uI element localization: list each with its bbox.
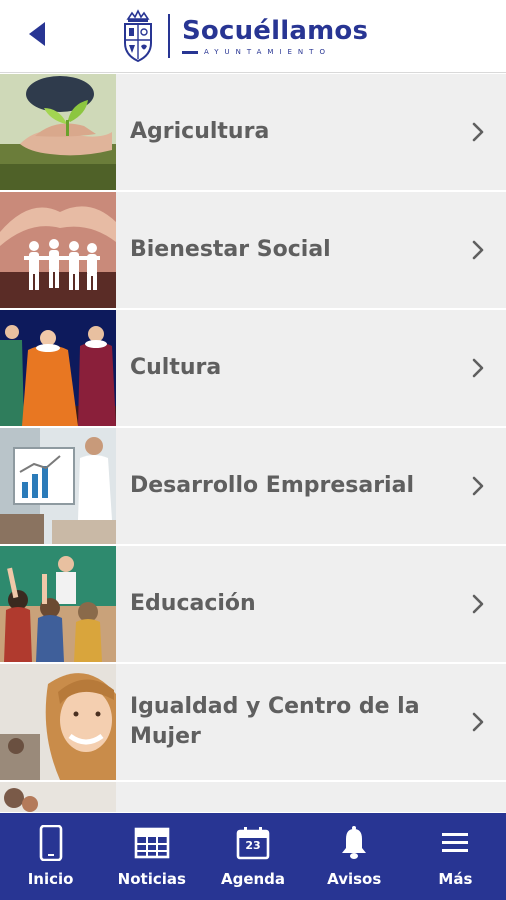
logo-accent-bar bbox=[182, 50, 198, 54]
list-item-desarrollo-empresarial[interactable]: Desarrollo Empresarial bbox=[0, 428, 506, 546]
nav-item-noticias[interactable]: Noticias bbox=[101, 813, 202, 900]
nav-item-inicio[interactable]: Inicio bbox=[0, 813, 101, 900]
nav-label: Inicio bbox=[27, 870, 74, 888]
bottom-nav: Inicio Noticias 23 Agenda Avisos Más bbox=[0, 813, 506, 900]
list-item-label: Agricultura bbox=[130, 119, 270, 144]
chevron-right-icon bbox=[468, 356, 488, 380]
logo-text: Socuéllamos AYUNTAMIENTO bbox=[182, 16, 368, 57]
list-item-educacion[interactable]: Educación bbox=[0, 546, 506, 664]
list-item-body: Bienestar Social bbox=[116, 192, 506, 308]
nav-item-mas[interactable]: Más bbox=[405, 813, 506, 900]
logo-title: Socuéllamos bbox=[182, 15, 369, 46]
list-item-body bbox=[116, 782, 506, 812]
theatre-costumes-photo bbox=[0, 310, 116, 426]
nav-label: Agenda bbox=[220, 870, 286, 888]
category-list[interactable]: Agricultura Bienestar Social Cultura Des… bbox=[0, 74, 506, 812]
classroom-photo bbox=[0, 546, 116, 662]
list-item-body: Educación bbox=[116, 546, 506, 662]
list-item-body: Cultura bbox=[116, 310, 506, 426]
chevron-right-icon bbox=[468, 592, 488, 616]
chevron-right-icon bbox=[468, 120, 488, 144]
header-bar: Socuéllamos AYUNTAMIENTO bbox=[0, 0, 506, 73]
back-button[interactable] bbox=[22, 16, 52, 52]
bell-icon bbox=[340, 825, 368, 861]
newspaper-icon bbox=[134, 825, 170, 861]
coat-of-arms-icon bbox=[124, 9, 152, 63]
nav-item-agenda[interactable]: 23 Agenda bbox=[202, 813, 303, 900]
business-presentation-photo bbox=[0, 428, 116, 544]
chevron-left-icon bbox=[29, 22, 45, 46]
list-item-agricultura[interactable]: Agricultura bbox=[0, 74, 506, 192]
list-item-label: Educación bbox=[130, 591, 256, 616]
chevron-right-icon bbox=[468, 710, 488, 734]
list-item-label: Igualdad y Centro de la Mujer bbox=[130, 694, 420, 749]
calendar-day-badge: 23 bbox=[245, 839, 261, 852]
menu-icon bbox=[441, 825, 469, 861]
logo-subtitle-row: AYUNTAMIENTO bbox=[182, 48, 368, 57]
nav-label: Más bbox=[438, 870, 473, 888]
chevron-right-icon bbox=[468, 238, 488, 262]
app-logo: Socuéllamos AYUNTAMIENTO bbox=[122, 8, 368, 64]
logo-divider bbox=[168, 14, 170, 58]
list-item-body: Igualdad y Centro de la Mujer bbox=[116, 664, 506, 780]
seedling-photo bbox=[0, 74, 116, 190]
list-item-label: Desarrollo Empresarial bbox=[130, 473, 414, 498]
list-item-body: Agricultura bbox=[116, 74, 506, 190]
chevron-right-icon bbox=[468, 474, 488, 498]
calendar-icon: 23 bbox=[236, 825, 270, 861]
list-item-partial[interactable] bbox=[0, 782, 506, 812]
list-item-label: Cultura bbox=[130, 355, 222, 380]
partial-item-photo bbox=[0, 782, 116, 812]
logo-subtitle: AYUNTAMIENTO bbox=[204, 47, 331, 56]
hands-paper-people-photo bbox=[0, 192, 116, 308]
list-item-cultura[interactable]: Cultura bbox=[0, 310, 506, 428]
list-item-bienestar-social[interactable]: Bienestar Social bbox=[0, 192, 506, 310]
smiling-woman-photo bbox=[0, 664, 116, 780]
list-item-body: Desarrollo Empresarial bbox=[116, 428, 506, 544]
nav-label: Noticias bbox=[117, 870, 186, 888]
list-item-label: Bienestar Social bbox=[130, 237, 331, 262]
nav-item-avisos[interactable]: Avisos bbox=[304, 813, 405, 900]
phone-icon bbox=[39, 825, 63, 861]
nav-label: Avisos bbox=[327, 870, 382, 888]
app-screen: Socuéllamos AYUNTAMIENTO Agricultura Bie… bbox=[0, 0, 506, 900]
list-item-igualdad[interactable]: Igualdad y Centro de la Mujer bbox=[0, 664, 506, 782]
